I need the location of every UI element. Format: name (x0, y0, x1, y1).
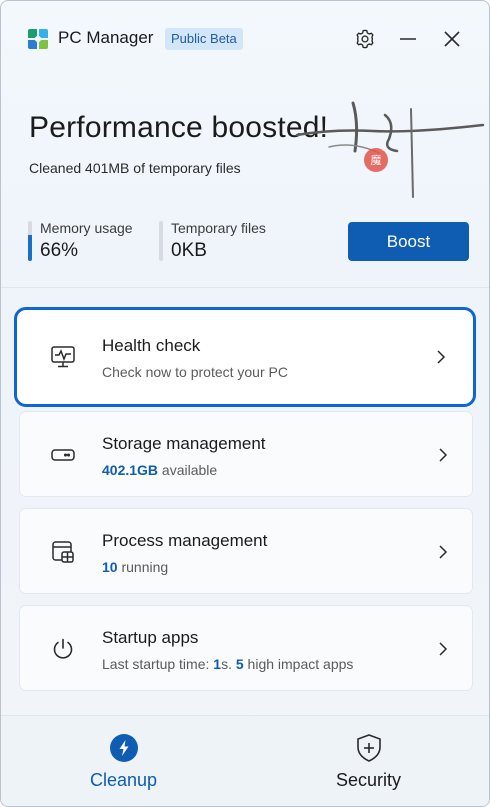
process-running-suffix: running (117, 559, 169, 575)
storage-available-suffix: available (158, 462, 218, 478)
performance-status-title: Performance boosted! (29, 111, 329, 144)
storage-drive-icon (50, 442, 76, 468)
title-bar: PC Manager Public Beta (1, 1, 489, 75)
startup-apps-title: Startup apps (102, 628, 199, 647)
health-check-title: Health check (102, 336, 201, 355)
startup-time-prefix: Last startup time: (102, 656, 214, 672)
power-icon (50, 636, 76, 662)
memory-usage-bar-fill (28, 234, 32, 261)
bottom-navigation: Cleanup Security (1, 715, 489, 806)
nav-security-label: Security (335, 770, 402, 790)
process-running-count: 10 (102, 559, 118, 575)
health-check-subtitle: Check now to protect your PC (102, 364, 288, 380)
process-management-card[interactable]: Process management 10 running (19, 508, 473, 594)
seal-stamp: 魔 (371, 153, 382, 167)
health-monitor-icon (50, 344, 76, 370)
boost-button[interactable]: Boost (348, 222, 469, 261)
process-icon (50, 539, 76, 565)
process-management-title: Process management (102, 531, 268, 550)
lightning-icon (109, 733, 139, 763)
shield-plus-icon (354, 733, 384, 763)
minimize-icon (400, 38, 416, 40)
temporary-files-bar (159, 221, 163, 261)
nav-cleanup-tab[interactable]: Cleanup (1, 716, 246, 806)
close-button[interactable] (436, 23, 468, 55)
storage-management-title: Storage management (102, 434, 266, 453)
startup-apps-card[interactable]: Startup apps Last startup time: 1s. 5 hi… (19, 605, 473, 691)
storage-management-subtitle: 402.1GB available (102, 462, 217, 478)
temporary-files-value: 0KB (171, 240, 207, 261)
public-beta-badge: Public Beta (165, 28, 243, 50)
temporary-files-label: Temporary files (171, 220, 266, 236)
storage-management-card[interactable]: Storage management 402.1GB available (19, 411, 473, 497)
pc-manager-logo-icon (28, 29, 48, 49)
high-impact-count: 5 (235, 656, 244, 672)
cleanup-summary: Cleaned 401MB of temporary files (29, 160, 241, 176)
high-impact-suffix: high impact apps (243, 656, 354, 672)
memory-usage-bar (28, 221, 32, 261)
process-management-subtitle: 10 running (102, 559, 168, 575)
health-check-card[interactable]: Health check Check now to protect your P… (14, 307, 476, 407)
chevron-right-icon (436, 445, 450, 465)
chevron-right-icon (436, 639, 450, 659)
pc-manager-window: PC Manager Public Beta Performance boost… (0, 0, 490, 807)
gear-icon (356, 29, 374, 49)
storage-available-amount: 402.1GB (102, 462, 159, 478)
section-divider (1, 287, 489, 288)
settings-button[interactable] (349, 23, 381, 55)
chevron-right-icon (436, 542, 450, 562)
close-icon (444, 31, 460, 47)
nav-security-tab[interactable]: Security (246, 716, 489, 806)
startup-time-unit: s. (221, 656, 236, 672)
chevron-right-icon (434, 347, 448, 367)
minimize-button[interactable] (392, 23, 424, 55)
memory-usage-label: Memory usage (40, 220, 133, 236)
app-title: PC Manager (58, 28, 154, 47)
startup-time-value: 1 (213, 656, 222, 672)
nav-cleanup-label: Cleanup (89, 770, 158, 790)
calligraphy-decoration: 魔 (295, 101, 485, 198)
startup-apps-subtitle: Last startup time: 1s. 5 high impact app… (102, 656, 353, 672)
memory-usage-value: 66% (40, 240, 79, 261)
